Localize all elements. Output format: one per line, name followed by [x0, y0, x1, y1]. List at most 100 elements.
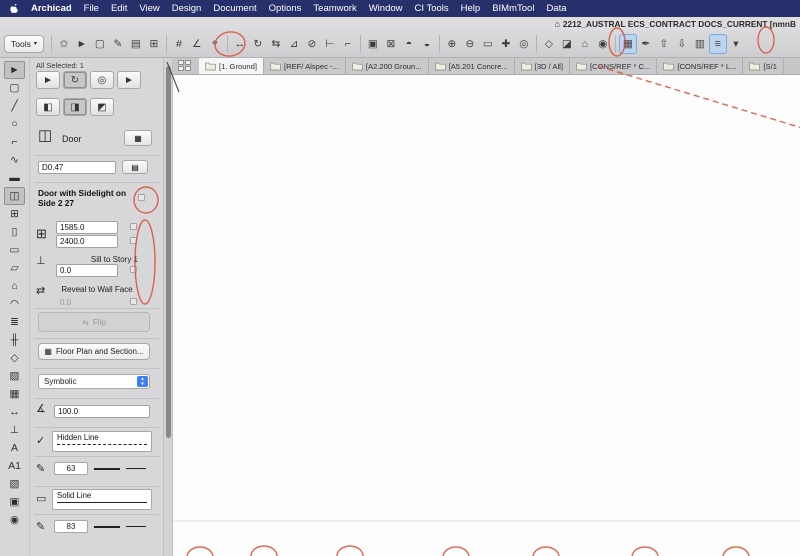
menu-data[interactable]: Data: [546, 3, 566, 14]
menu-document[interactable]: Document: [213, 3, 256, 14]
tool-zone[interactable]: ▨: [4, 367, 25, 385]
apple-icon[interactable]: [10, 3, 19, 14]
arrow-mode-button[interactable]: ►: [36, 71, 60, 89]
scrollbar-thumb[interactable]: [166, 66, 171, 438]
tool-text[interactable]: A: [4, 439, 25, 457]
model-view-options-icon[interactable]: ▦: [618, 33, 637, 54]
element-id-input[interactable]: [38, 161, 116, 174]
width-input[interactable]: [56, 221, 118, 234]
guide-lines-icon[interactable]: ∠: [188, 34, 206, 54]
tool-marquee[interactable]: ▢: [4, 79, 25, 97]
trim-icon[interactable]: ⊿: [285, 34, 303, 54]
link-checkbox[interactable]: [130, 237, 137, 244]
pen-sets-icon[interactable]: ✒: [637, 34, 655, 54]
sill-input[interactable]: [56, 264, 118, 277]
3d-window-icon[interactable]: ◇: [540, 34, 558, 54]
menu-view[interactable]: View: [139, 3, 159, 14]
snap-points-icon[interactable]: ⌖: [206, 34, 224, 54]
tool-column[interactable]: ▯: [4, 223, 25, 241]
swing-right-button[interactable]: ◩: [90, 98, 114, 116]
pickup-mode-button[interactable]: ◎: [90, 71, 114, 89]
menu-help[interactable]: Help: [461, 3, 481, 14]
menu-bimmtool[interactable]: BIMmTool: [492, 3, 534, 14]
menu-options[interactable]: Options: [269, 3, 302, 14]
quick-options-icon[interactable]: ≡: [708, 33, 727, 54]
view-tab[interactable]: [A2.200 Groun...: [345, 58, 429, 74]
orbit-icon[interactable]: ◎: [515, 34, 533, 54]
menu-archicad[interactable]: Archicad: [31, 3, 72, 14]
swing-left-button[interactable]: ◧: [36, 98, 60, 116]
link-checkbox[interactable]: [138, 194, 145, 201]
more-options-icon[interactable]: ▾: [727, 34, 745, 54]
tool-morph[interactable]: ◇: [4, 349, 25, 367]
layer-combinations-icon[interactable]: ▥: [691, 34, 709, 54]
scale-input[interactable]: [54, 405, 150, 418]
menu-file[interactable]: File: [84, 3, 99, 14]
cut-pen[interactable]: 63: [54, 462, 88, 475]
tool-mesh[interactable]: ▦: [4, 385, 25, 403]
link-checkbox[interactable]: [130, 223, 137, 230]
tool-arc[interactable]: ○: [4, 115, 25, 133]
marquee-icon[interactable]: ▢: [91, 34, 109, 54]
tool-door[interactable]: ◫: [4, 187, 25, 205]
tool-fill[interactable]: ▧: [4, 475, 25, 493]
drag-icon[interactable]: ↔: [231, 34, 249, 54]
swing-center-button[interactable]: ◨: [63, 98, 87, 116]
view-tab[interactable]: [A5.201 Concre...: [428, 58, 515, 74]
tool-roof[interactable]: ⌂: [4, 277, 25, 295]
flip-button[interactable]: ⇆ Flip: [38, 312, 150, 332]
tool-polyline[interactable]: ⌐: [4, 133, 25, 151]
menu-ci-tools[interactable]: CI Tools: [415, 3, 449, 14]
tool-camera[interactable]: ◉: [4, 511, 25, 529]
view-tab[interactable]: [S/1: [743, 58, 784, 74]
send-backward-icon[interactable]: ◒: [418, 34, 436, 54]
height-input[interactable]: [56, 235, 118, 248]
snap-grid-icon[interactable]: #: [170, 34, 188, 54]
tool-label[interactable]: A1: [4, 457, 25, 475]
tool-spline[interactable]: ∿: [4, 151, 25, 169]
select-arrow-icon[interactable]: ►: [73, 34, 91, 54]
tool-line[interactable]: ╱: [4, 97, 25, 115]
elevation-tool-icon[interactable]: ⌂: [576, 34, 594, 54]
tools-dropdown[interactable]: Tools ▾: [4, 34, 44, 53]
section-tool-icon[interactable]: ◪: [558, 34, 576, 54]
quad-view-icon[interactable]: [178, 60, 194, 73]
tool-dimension[interactable]: ↔: [4, 403, 25, 421]
rotate-mode-button[interactable]: ↻: [63, 71, 87, 89]
view-tab[interactable]: [CONS/REF * C...: [569, 58, 658, 74]
tool-drawing[interactable]: ▣: [4, 493, 25, 511]
split-icon[interactable]: ⊘: [303, 34, 321, 54]
cut-line-type[interactable]: Hidden Line: [52, 431, 152, 452]
tool-railing[interactable]: ╫: [4, 331, 25, 349]
tool-window[interactable]: ⊞: [4, 205, 25, 223]
tool-shell[interactable]: ◠: [4, 295, 25, 313]
link-checkbox[interactable]: [130, 266, 137, 273]
favorites-icon[interactable]: ✩: [55, 34, 73, 54]
view-tab[interactable]: [REF/ Alspec -...: [264, 58, 346, 74]
grid-display-icon[interactable]: ⊞: [145, 34, 163, 54]
intersect-icon[interactable]: ⌐: [339, 34, 357, 54]
cursor-mode-button[interactable]: ►: [117, 71, 141, 89]
view-tab[interactable]: [1. Ground]: [199, 58, 264, 74]
pen-tool-icon[interactable]: ✎: [109, 34, 127, 54]
menu-teamwork[interactable]: Teamwork: [313, 3, 356, 14]
layer-settings-icon[interactable]: ▤: [127, 34, 145, 54]
tool-select[interactable]: ►: [4, 61, 25, 79]
link-checkbox[interactable]: [130, 298, 137, 305]
zoom-in-icon[interactable]: ⊕: [443, 34, 461, 54]
mirror-icon[interactable]: ⇆: [267, 34, 285, 54]
menu-window[interactable]: Window: [369, 3, 403, 14]
id-manager-button[interactable]: ▤: [122, 160, 148, 174]
bring-forward-icon[interactable]: ◓: [400, 34, 418, 54]
tool-beam[interactable]: ▭: [4, 241, 25, 259]
menu-design[interactable]: Design: [172, 3, 202, 14]
tool-slab[interactable]: ▱: [4, 259, 25, 277]
group-icon[interactable]: ▣: [364, 34, 382, 54]
suspend-groups-icon[interactable]: ⊠: [382, 34, 400, 54]
camera-icon[interactable]: ◉: [594, 34, 612, 54]
pan-icon[interactable]: ✚: [497, 34, 515, 54]
adjust-icon[interactable]: ⊢: [321, 34, 339, 54]
zoom-out-icon[interactable]: ⊖: [461, 34, 479, 54]
uncut-line-type[interactable]: Solid Line: [52, 489, 152, 510]
uncut-pen[interactable]: 83: [54, 520, 88, 533]
